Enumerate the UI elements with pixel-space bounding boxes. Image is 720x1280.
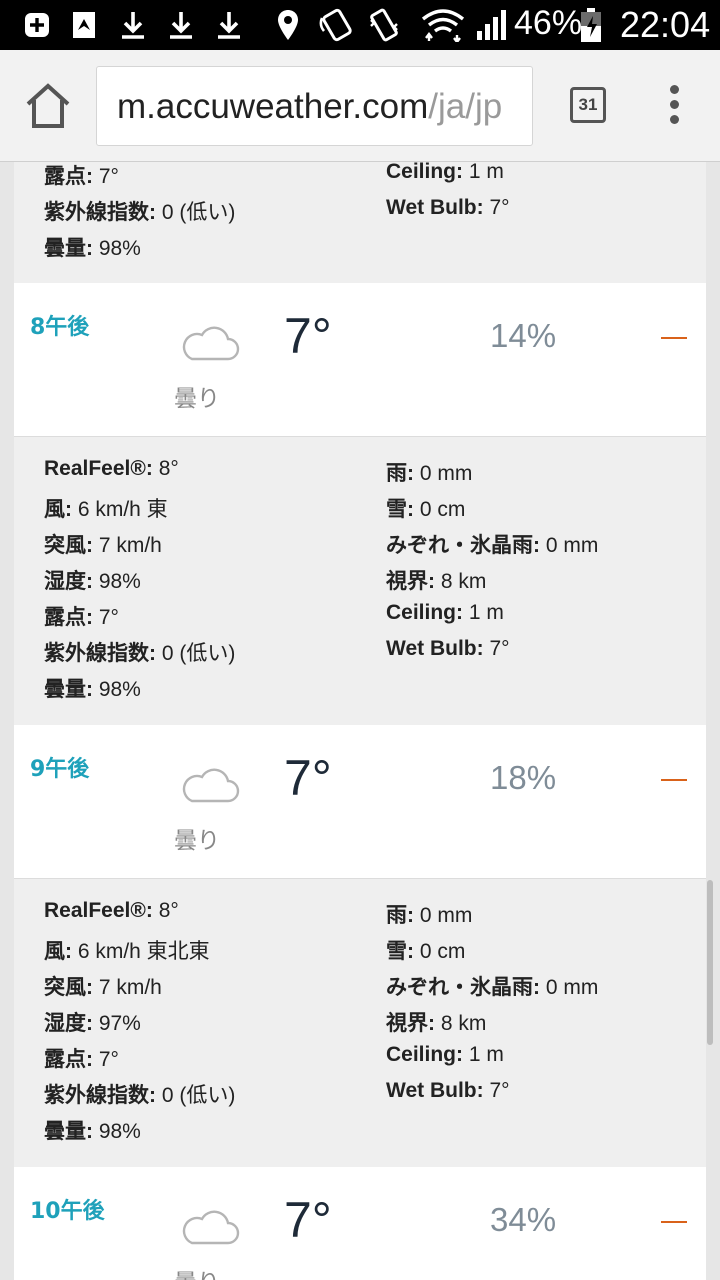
condition-text: 曇り [174,386,220,412]
details-panel: RealFeel®: 8° 風: 6 km/h 東北東 突風: 7 km/h 湿… [14,879,706,1167]
detail-uv: 紫外線指数: 0 (低い) [44,201,236,224]
hour-time: 10午後 [30,1199,105,1224]
detail-cloud-cover: 曇量: 98% [44,237,141,260]
hour-row[interactable]: 9午後 曇り 7° 18% [14,725,706,879]
nfc-icon [318,8,356,42]
detail-sleet: みぞれ・氷晶雨: 0 mm [386,534,599,557]
clock: 22:04 [620,4,711,45]
precip-probability: 34% [490,1201,557,1238]
download-icon [214,8,244,42]
collapse-toggle[interactable] [661,1221,687,1223]
detail-snow: 雪: 0 cm [386,940,466,963]
detail-visibility: 視界: 8 km [386,1012,487,1035]
download-icon [118,8,148,42]
detail-rain: 雨: 0 mm [386,462,473,485]
detail-realfeel: RealFeel®: 8° [44,899,179,922]
url-bar[interactable]: m.accuweather.com/ja/jp [96,66,533,146]
overflow-menu-icon[interactable] [660,85,688,129]
detail-ceiling: Ceiling: 1 m [386,162,504,183]
signal-icon [474,8,510,42]
detail-dewpoint: 露点: 7° [44,1048,119,1071]
detail-rain: 雨: 0 mm [386,904,473,927]
detail-ceiling: Ceiling: 1 m [386,601,504,624]
detail-uv: 紫外線指数: 0 (低い) [44,1084,236,1107]
detail-humidity: 湿度: 98% [44,570,141,593]
detail-wind: 風: 6 km/h 東 [44,498,168,521]
detail-wind: 風: 6 km/h 東北東 [44,940,210,963]
detail-snow: 雪: 0 cm [386,498,466,521]
detail-wet-bulb: Wet Bulb: 7° [386,637,510,660]
hour-row[interactable]: 8午後 曇り 7° 14% [14,283,706,437]
collapse-toggle[interactable] [661,337,687,339]
url-path: /ja/jp [428,87,503,126]
detail-uv: 紫外線指数: 0 (低い) [44,642,236,665]
cloud-icon [182,326,240,361]
location-pin-icon [274,8,302,42]
cloud-icon [182,768,240,803]
detail-wet-bulb: Wet Bulb: 7° [386,1079,510,1102]
detail-sleet: みぞれ・氷晶雨: 0 mm [386,976,599,999]
detail-gust: 突風: 7 km/h [44,976,162,999]
details-panel: RealFeel®: 8° 風: 6 km/h 東 突風: 7 km/h 湿度:… [14,437,706,725]
temperature: 7° [284,308,332,364]
precip-probability: 18% [490,759,557,796]
detail-ceiling: Ceiling: 1 m [386,1043,504,1066]
tab-switcher-button[interactable]: 31 [570,87,606,123]
detail-wet-bulb: Wet Bulb: 7° [386,196,510,219]
detail-realfeel: RealFeel®: 8° [44,457,179,480]
hour-row[interactable]: 10午後 曇り 7° 34% [14,1167,706,1280]
details-panel-partial: 露点: 7° 紫外線指数: 0 (低い) 曇量: 98% Ceiling: 1 … [14,162,706,283]
home-icon [26,83,70,128]
collapse-toggle[interactable] [661,779,687,781]
status-bar: 46% 22:04 [0,0,720,50]
download-icon [166,8,196,42]
detail-cloud-cover: 曇量: 98% [44,678,141,701]
detail-humidity: 湿度: 97% [44,1012,141,1035]
detail-gust: 突風: 7 km/h [44,534,162,557]
detail-dewpoint: 露点: 7° [44,165,119,188]
battery-icon [578,8,604,42]
home-button[interactable] [22,82,74,130]
precip-probability: 14% [490,317,557,354]
hour-time: 8午後 [30,315,90,340]
hourly-forecast-list[interactable]: 露点: 7° 紫外線指数: 0 (低い) 曇量: 98% Ceiling: 1 … [0,162,720,1280]
condition-text: 曇り [174,1263,220,1280]
vibrate-icon [366,8,402,42]
temperature: 7° [284,750,332,806]
detail-dewpoint: 露点: 7° [44,606,119,629]
hour-time: 9午後 [30,757,90,782]
navigation-app-icon [68,8,100,42]
wifi-icon [420,8,466,42]
plus-square-icon [22,8,52,42]
battery-percent: 46% [514,4,583,42]
detail-cloud-cover: 曇量: 98% [44,1120,141,1143]
browser-toolbar: m.accuweather.com/ja/jp 31 [0,50,720,162]
temperature: 7° [284,1192,332,1248]
condition-text: 曇り [174,828,220,854]
cloud-icon [182,1210,240,1245]
url-host: m.accuweather.com [117,87,429,126]
scrollbar[interactable] [707,880,713,1045]
detail-visibility: 視界: 8 km [386,570,487,593]
